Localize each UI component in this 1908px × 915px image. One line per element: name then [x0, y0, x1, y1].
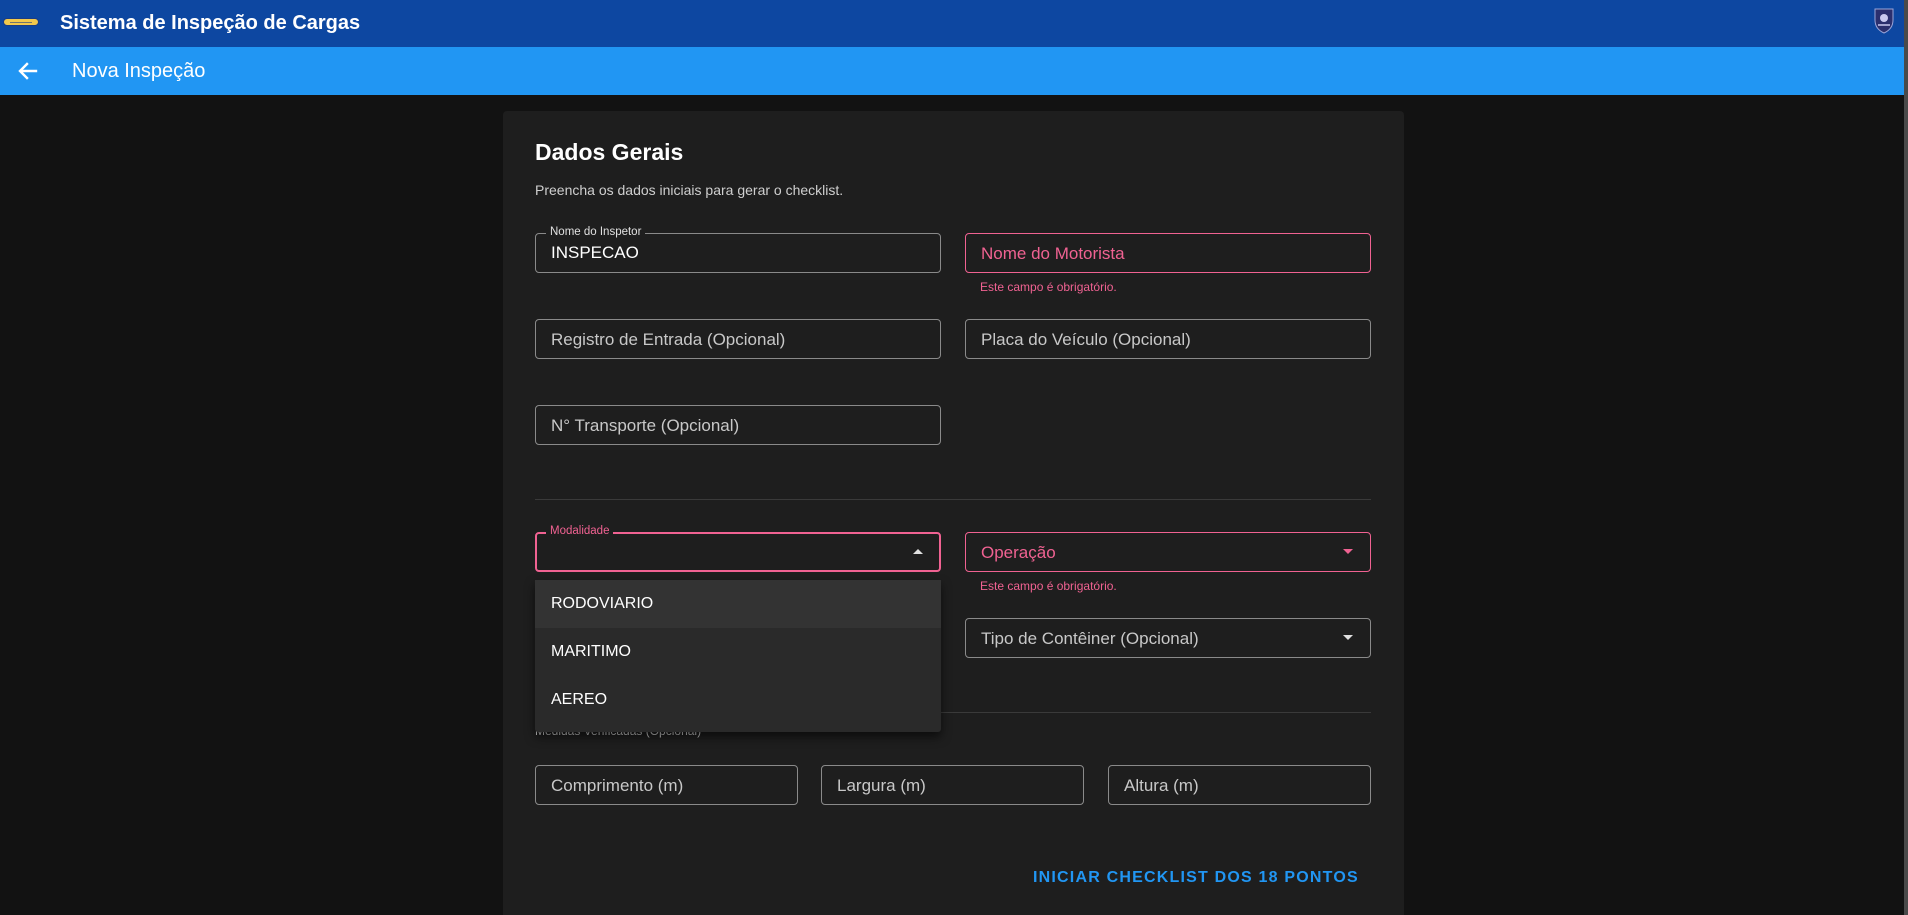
- caret-down-icon: [1343, 549, 1353, 554]
- app-bar: Sistema de Inspeção de Cargas: [0, 0, 1908, 47]
- inspector-name-label: Nome do Inspetor: [546, 225, 646, 239]
- height-placeholder: Altura (m): [1124, 776, 1199, 795]
- operation-error: Este campo é obrigatório.: [980, 579, 1117, 593]
- vehicle-plate-placeholder: Placa do Veículo (Opcional): [981, 330, 1191, 349]
- card-title: Dados Gerais: [535, 139, 684, 165]
- modality-option-aereo[interactable]: AEREO: [535, 676, 941, 724]
- container-type-select[interactable]: Tipo de Contêiner (Opcional): [965, 618, 1371, 658]
- start-checklist-button[interactable]: INICIAR CHECKLIST DOS 18 PONTOS: [1033, 869, 1359, 887]
- operation-placeholder: Operação: [981, 543, 1056, 562]
- vehicle-plate-field[interactable]: Placa do Veículo (Opcional): [965, 319, 1371, 359]
- modality-option-maritimo[interactable]: MARITIMO: [535, 628, 941, 676]
- caret-down-icon: [1343, 635, 1353, 640]
- caret-up-icon: [913, 549, 923, 554]
- arrow-left-icon[interactable]: [14, 59, 42, 83]
- width-field[interactable]: Largura (m): [821, 765, 1084, 805]
- logo-icon: [3, 18, 39, 26]
- entry-record-field[interactable]: Registro de Entrada (Opcional): [535, 319, 941, 359]
- driver-name-error: Este campo é obrigatório.: [980, 280, 1117, 294]
- general-data-card: Dados Gerais Preencha os dados iniciais …: [503, 111, 1404, 915]
- section-divider: [535, 499, 1371, 500]
- operation-select[interactable]: Operação: [965, 532, 1371, 572]
- container-type-placeholder: Tipo de Contêiner (Opcional): [981, 629, 1199, 648]
- height-field[interactable]: Altura (m): [1108, 765, 1371, 805]
- scrollbar[interactable]: [1904, 0, 1908, 915]
- modality-select[interactable]: Modalidade: [535, 524, 941, 572]
- length-field[interactable]: Comprimento (m): [535, 765, 798, 805]
- length-placeholder: Comprimento (m): [551, 776, 684, 795]
- transport-number-field[interactable]: N° Transporte (Opcional): [535, 405, 941, 445]
- modality-label: Modalidade: [546, 524, 614, 538]
- modality-option-rodoviario[interactable]: RODOVIARIO: [535, 580, 941, 628]
- modality-options-menu: RODOVIARIO MARITIMO AEREO: [535, 580, 941, 732]
- inspector-name-value: INSPECAO: [551, 243, 639, 262]
- page-title: Nova Inspeção: [72, 60, 206, 82]
- inspector-name-field[interactable]: Nome do Inspetor INSPECAO: [535, 225, 941, 273]
- transport-number-placeholder: N° Transporte (Opcional): [551, 416, 740, 435]
- driver-name-field[interactable]: Nome do Motorista: [965, 233, 1371, 273]
- page-header: Nova Inspeção: [0, 47, 1908, 95]
- card-subtitle: Preencha os dados iniciais para gerar o …: [535, 182, 844, 198]
- width-placeholder: Largura (m): [837, 776, 926, 795]
- entry-record-placeholder: Registro de Entrada (Opcional): [551, 330, 786, 349]
- driver-name-placeholder: Nome do Motorista: [981, 244, 1125, 263]
- crest-icon: [1874, 8, 1894, 34]
- app-title: Sistema de Inspeção de Cargas: [60, 12, 361, 34]
